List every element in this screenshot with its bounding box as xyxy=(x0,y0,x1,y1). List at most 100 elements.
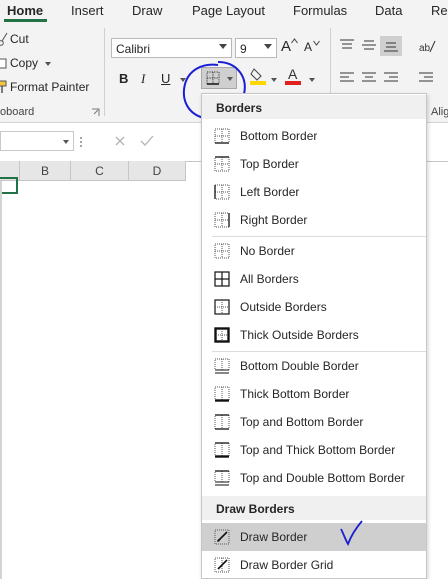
left-border-icon xyxy=(214,184,230,200)
ribbon-tab-bar: Home Insert Draw Page Layout Formulas Da… xyxy=(0,0,448,22)
font-color-dropdown-arrow[interactable] xyxy=(309,78,315,82)
chevron-down-icon xyxy=(219,44,227,49)
paintbrush-icon xyxy=(0,80,7,93)
font-name-combo[interactable]: Calibri xyxy=(111,38,232,58)
copy-label: Copy xyxy=(10,56,39,70)
align-right-icon[interactable] xyxy=(383,71,399,85)
menu-item-all-borders[interactable]: All Borders xyxy=(202,265,426,293)
tab-draw[interactable]: Draw xyxy=(132,3,162,18)
dialog-launcher-icon[interactable] xyxy=(91,108,100,117)
menu-item-outside-borders[interactable]: Outside Borders xyxy=(202,293,426,321)
draw-border-grid-icon xyxy=(214,557,230,573)
menu-item-thick-bottom-border[interactable]: Thick Bottom Border xyxy=(202,380,426,408)
copy-dropdown-arrow[interactable] xyxy=(45,62,51,66)
bold-button[interactable]: B xyxy=(119,71,128,86)
tab-review[interactable]: Re xyxy=(431,3,448,18)
caret-up-icon xyxy=(291,38,298,44)
menu-item-label: No Border xyxy=(240,244,295,258)
borders-menu: Borders Bottom Border Top Border Left Bo… xyxy=(201,93,427,579)
menu-item-label: Top Border xyxy=(240,157,299,171)
tab-home[interactable]: Home xyxy=(7,3,43,18)
top-and-thick-bottom-border-icon xyxy=(214,442,230,458)
copy-icon xyxy=(0,58,7,69)
menu-item-thick-outside-borders[interactable]: Thick Outside Borders xyxy=(202,321,426,349)
menu-item-label: Left Border xyxy=(240,185,300,199)
cut-label: Cut xyxy=(10,32,29,46)
menu-item-top-and-bottom-border[interactable]: Top and Bottom Border xyxy=(202,408,426,436)
align-center-icon[interactable] xyxy=(361,71,377,85)
font-size-value: 9 xyxy=(240,42,247,56)
menu-item-left-border[interactable]: Left Border xyxy=(202,178,426,206)
scissors-icon xyxy=(0,32,8,46)
enter-checkmark-icon[interactable] xyxy=(140,135,154,147)
format-painter-label: Format Painter xyxy=(10,80,90,94)
row-header-edge xyxy=(0,181,2,579)
menu-item-label: Top and Thick Bottom Border xyxy=(240,443,396,457)
borders-menu-header: Borders xyxy=(216,101,263,115)
decrease-indent-icon[interactable] xyxy=(418,71,434,85)
tab-insert[interactable]: Insert xyxy=(71,3,104,18)
group-divider xyxy=(104,28,105,116)
bottom-align-icon xyxy=(384,42,398,52)
outside-borders-icon xyxy=(214,299,230,315)
menu-item-label: Bottom Double Border xyxy=(240,359,359,373)
grow-font-glyph: A xyxy=(281,38,292,55)
menu-item-bottom-border[interactable]: Bottom Border xyxy=(202,122,426,150)
clipboard-group-label: oboard xyxy=(0,106,35,118)
top-align-icon[interactable] xyxy=(339,38,355,52)
font-size-combo[interactable]: 9 xyxy=(235,38,277,58)
draw-borders-header: Draw Borders xyxy=(216,502,295,516)
menu-item-bottom-double-border[interactable]: Bottom Double Border xyxy=(202,352,426,380)
shrink-font-glyph: A xyxy=(304,40,313,54)
tab-formulas[interactable]: Formulas xyxy=(293,3,347,18)
col-header-b[interactable]: B xyxy=(20,161,71,181)
resize-handle-icon[interactable] xyxy=(79,136,83,148)
top-and-double-bottom-border-icon xyxy=(214,470,230,486)
top-and-bottom-border-icon xyxy=(214,414,230,430)
alignment-group-label: Alig xyxy=(431,106,448,118)
svg-text:ab: ab xyxy=(419,43,431,54)
shrink-font-button[interactable]: A xyxy=(304,40,320,58)
bottom-double-border-icon xyxy=(214,358,230,374)
col-header-d[interactable]: D xyxy=(129,161,186,181)
fill-color-dropdown-arrow[interactable] xyxy=(271,78,277,82)
col-header-c[interactable]: C xyxy=(71,161,129,181)
thick-outside-borders-icon xyxy=(214,327,230,343)
menu-item-top-and-double-bottom-border[interactable]: Top and Double Bottom Border xyxy=(202,464,426,492)
thick-bottom-border-icon xyxy=(214,386,230,402)
menu-item-label: Thick Bottom Border xyxy=(240,387,350,401)
orientation-icon[interactable]: ab xyxy=(418,38,436,54)
font-color-icon[interactable]: A xyxy=(285,66,301,86)
fill-color-icon[interactable] xyxy=(250,67,266,85)
menu-item-label: All Borders xyxy=(240,272,299,286)
all-borders-icon xyxy=(214,271,230,287)
chevron-down-icon xyxy=(63,140,69,144)
italic-button[interactable]: I xyxy=(141,71,145,87)
top-border-icon xyxy=(214,156,230,172)
menu-item-top-and-thick-bottom-border[interactable]: Top and Thick Bottom Border xyxy=(202,436,426,464)
cancel-entry-icon[interactable] xyxy=(114,135,126,147)
menu-item-label: Thick Outside Borders xyxy=(240,328,359,342)
menu-item-label: Outside Borders xyxy=(240,300,327,314)
bottom-align-button[interactable] xyxy=(380,36,402,56)
menu-item-label: Draw Border xyxy=(240,530,308,544)
menu-item-label: Top and Double Bottom Border xyxy=(240,471,405,485)
chevron-down-icon xyxy=(264,44,272,49)
menu-item-label: Bottom Border xyxy=(240,129,318,143)
menu-item-right-border[interactable]: Right Border xyxy=(202,206,426,234)
menu-item-label: Draw Border Grid xyxy=(240,558,334,572)
underline-button[interactable]: U xyxy=(161,71,170,86)
tab-page-layout[interactable]: Page Layout xyxy=(192,3,265,18)
menu-item-draw-border[interactable]: Draw Border xyxy=(202,523,426,551)
bottom-border-icon xyxy=(214,128,230,144)
menu-item-top-border[interactable]: Top Border xyxy=(202,150,426,178)
middle-align-icon[interactable] xyxy=(361,38,377,52)
annotation-checkmark xyxy=(340,520,363,546)
name-box[interactable] xyxy=(0,131,74,151)
align-left-icon[interactable] xyxy=(339,71,355,85)
tab-data[interactable]: Data xyxy=(375,3,402,18)
grow-font-button[interactable]: A xyxy=(281,38,298,56)
menu-item-draw-border-grid[interactable]: Draw Border Grid xyxy=(202,551,426,579)
active-cell[interactable] xyxy=(0,177,18,194)
menu-item-no-border[interactable]: No Border xyxy=(202,237,426,265)
